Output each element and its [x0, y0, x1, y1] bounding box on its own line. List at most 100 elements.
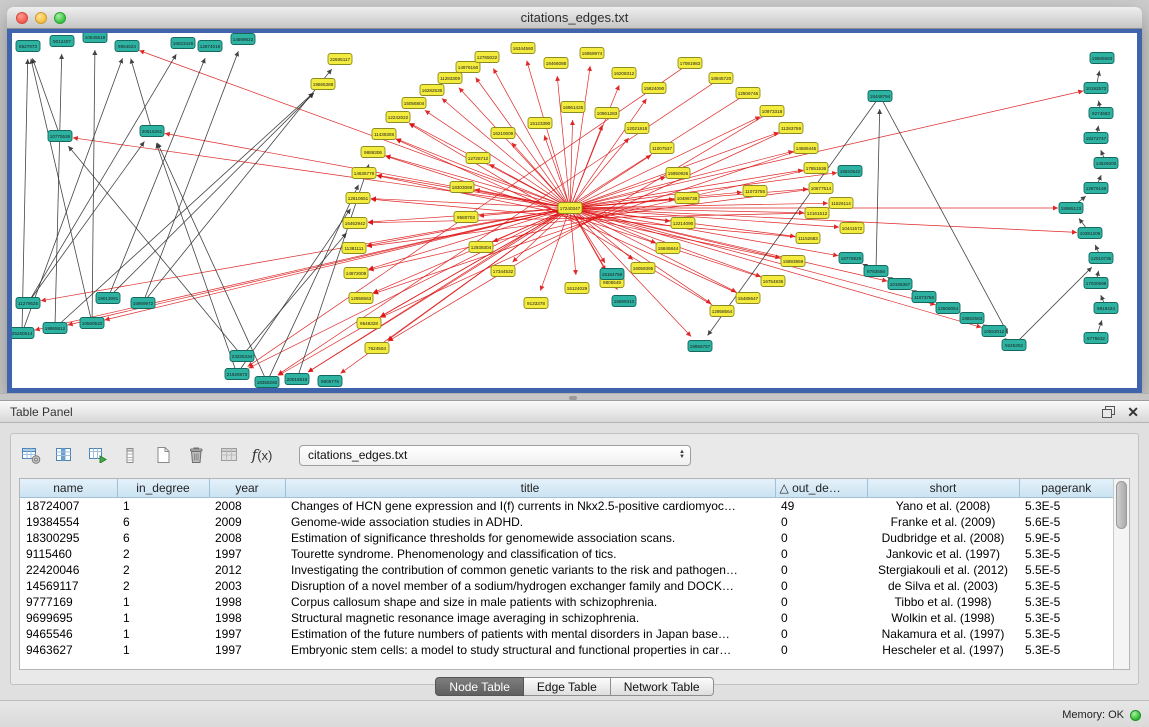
table-row[interactable]: 1456911722003Disruption of a novel membe… [20, 578, 1114, 594]
graph-node[interactable]: 19565388 [311, 79, 335, 90]
column-header-pagerank[interactable]: pagerank [1019, 479, 1114, 498]
scrollbar-thumb[interactable] [1116, 481, 1127, 529]
graph-node[interactable]: 16023426 [171, 38, 195, 49]
table-row[interactable]: 911546021997Tourette syndrome. Phenomeno… [20, 546, 1114, 562]
graph-node[interactable]: 11526114 [829, 198, 853, 209]
graph-node[interactable]: 14976160 [456, 62, 480, 73]
graph-node[interactable]: 16208312 [612, 68, 636, 79]
graph-node[interactable]: 15123390 [528, 118, 552, 129]
graph-node[interactable]: 9546328 [357, 318, 381, 329]
graph-node[interactable]: 18358260 [255, 377, 279, 388]
select-columns-button[interactable] [52, 443, 76, 467]
graph-node[interactable]: 10486738 [675, 193, 699, 204]
graph-node[interactable]: 10553012 [982, 326, 1006, 337]
graph-node[interactable]: 10775536 [48, 131, 72, 142]
column-button[interactable] [118, 443, 142, 467]
graph-node[interactable]: 11283309 [438, 73, 462, 84]
graph-node[interactable]: 18448794 [868, 91, 892, 102]
column-header-title[interactable]: title [285, 479, 775, 498]
graph-node[interactable]: 15950926 [666, 168, 690, 179]
graph-node[interactable]: 15824090 [642, 83, 666, 94]
graph-node[interactable]: 14872009 [344, 268, 368, 279]
graph-node[interactable]: 10441572 [840, 223, 864, 234]
graph-node[interactable]: 16961425 [561, 102, 585, 113]
graph-node[interactable]: 20016818 [285, 374, 309, 385]
column-header-out_degree[interactable]: △ out_de… [775, 479, 867, 498]
table-row[interactable]: 1938455462009Genome-wide association stu… [20, 514, 1114, 530]
graph-node[interactable]: 12939304 [469, 242, 493, 253]
graph-node[interactable]: 12161612 [805, 208, 829, 219]
graph-node[interactable]: 15699310 [612, 296, 636, 307]
graph-node[interactable]: 16462942 [343, 218, 367, 229]
graph-node[interactable]: 7624504 [365, 343, 389, 354]
graph-node[interactable]: 12958564 [710, 306, 734, 317]
graph-node[interactable]: 9012407 [50, 36, 74, 47]
graph-node[interactable]: 15820542 [838, 166, 862, 177]
graph-node[interactable]: 12876146 [1084, 183, 1108, 194]
graph-node[interactable]: 12610651 [346, 193, 370, 204]
graph-node[interactable]: 8527973 [16, 41, 40, 52]
graph-node[interactable]: 10677514 [809, 183, 833, 194]
graph-node[interactable]: 6775632 [1084, 333, 1108, 344]
graph-node[interactable]: 25260514 [12, 328, 34, 339]
tab-node-table[interactable]: Node Table [435, 677, 524, 696]
graph-node[interactable]: 17344532 [491, 266, 515, 277]
table-row[interactable]: 977716911998Corpus callosum shape and si… [20, 594, 1114, 610]
graph-node[interactable]: 17030598 [1084, 278, 1108, 289]
tab-edge-table[interactable]: Edge Table [524, 677, 611, 696]
column-header-in_degree[interactable]: in_degree [117, 479, 209, 498]
graph-node[interactable]: 19856757 [688, 341, 712, 352]
new-table-button[interactable] [151, 443, 175, 467]
graph-node[interactable]: 21926973 [225, 369, 249, 380]
graph-node[interactable]: 10973318 [760, 106, 784, 117]
graph-node[interactable]: 10196367 [888, 279, 912, 290]
graph-node[interactable]: 10545519 [83, 33, 107, 43]
close-button[interactable] [16, 12, 28, 24]
table-row[interactable]: 946362711997Embryonic stem cells: a mode… [20, 642, 1114, 658]
graph-node[interactable]: 16959974 [580, 48, 604, 59]
graph-node[interactable]: 11439308 [372, 129, 396, 140]
zoom-button[interactable] [54, 12, 66, 24]
graph-node[interactable]: 9133378 [524, 298, 548, 309]
graph-node[interactable]: 16210009 [491, 128, 515, 139]
graph-node[interactable]: 10590533 [80, 318, 104, 329]
graph-node[interactable]: 17081983 [678, 58, 702, 69]
graph-node[interactable]: 11073756 [912, 292, 936, 303]
table-row[interactable]: 2242004622012Investigating the contribut… [20, 562, 1114, 578]
graph-node[interactable]: 18945720 [709, 73, 733, 84]
import-table-button[interactable] [85, 443, 109, 467]
graph-node[interactable]: 9792556 [864, 266, 888, 277]
table-select-dropdown[interactable]: citations_edges.txt ▲▼ [299, 445, 691, 466]
graph-node[interactable]: 14699622 [231, 34, 255, 45]
column-header-year[interactable]: year [209, 479, 285, 498]
graph-node[interactable]: 17851536 [804, 163, 828, 174]
graph-node[interactable]: 16959972 [131, 298, 155, 309]
graph-node[interactable]: 20516261 [140, 126, 164, 137]
graph-node[interactable]: 11283759 [779, 123, 803, 134]
graph-node[interactable]: 12242022 [386, 112, 410, 123]
graph-node[interactable]: 12010736 [1089, 253, 1113, 264]
graph-node[interactable]: 9245302 [1002, 340, 1026, 351]
graph-node[interactable]: 17240347 [558, 203, 582, 214]
table-settings-button[interactable] [19, 443, 43, 467]
graph-node[interactable]: 14585445 [794, 143, 818, 154]
table-row[interactable]: 1830029562008Estimation of significance … [20, 530, 1114, 546]
graph-node[interactable]: 16282536 [420, 85, 444, 96]
table-row[interactable]: 969969511998Structural magnetic resonanc… [20, 610, 1114, 626]
graph-node[interactable]: 16344560 [511, 43, 535, 54]
graph-node[interactable]: 10391209 [1078, 228, 1102, 239]
graph-node[interactable]: 9605775 [318, 376, 342, 387]
graph-node[interactable]: 15485647 [736, 293, 760, 304]
graph-node[interactable]: 11007537 [650, 143, 674, 154]
graph-node[interactable]: 9886306 [361, 147, 385, 158]
graph-node[interactable]: 15985123 [1059, 203, 1083, 214]
graph-node[interactable]: 19013091 [96, 293, 120, 304]
tab-network-table[interactable]: Network Table [611, 677, 714, 696]
graph-node[interactable]: 9554624 [115, 41, 139, 52]
graph-node[interactable]: 22606117 [328, 54, 352, 65]
graph-node[interactable]: 15056804 [402, 98, 426, 109]
graph-node[interactable]: 11073755 [743, 186, 767, 197]
table-row[interactable]: 946554611997Estimation of the future num… [20, 626, 1114, 642]
graph-node[interactable]: 15184759 [600, 269, 624, 280]
graph-node[interactable]: 14636778 [352, 168, 376, 179]
